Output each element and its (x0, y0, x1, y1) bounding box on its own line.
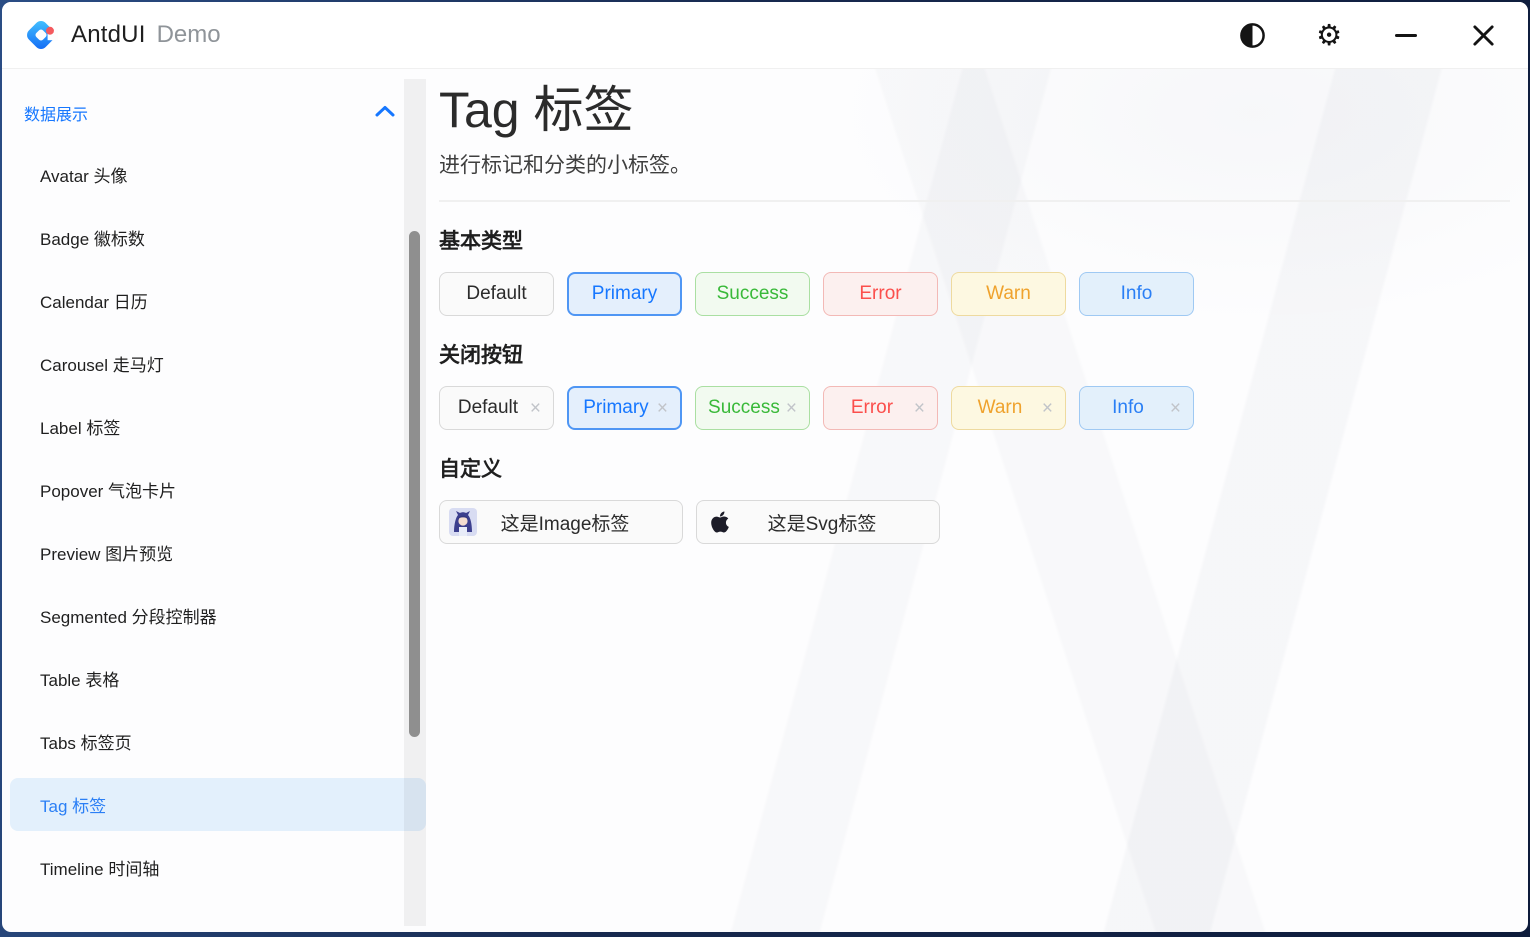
tag-close-icon[interactable]: × (914, 399, 925, 418)
tag-label: Info (1086, 397, 1170, 419)
sidebar-item-segmented[interactable]: Segmented 分段控制器 (10, 589, 426, 642)
section-custom: 自定义这是Image标签 这是Svg标签 (439, 453, 1510, 544)
tag-label: Error (859, 283, 901, 305)
desktop-background: AntdUI Demo ⚙ (0, 0, 1530, 937)
titlebar-actions: ⚙ (1237, 20, 1512, 50)
section-closable: 关闭按钮Default×Primary×Success×Error×Warn×I… (439, 339, 1510, 430)
settings-button[interactable]: ⚙ (1314, 20, 1344, 50)
tag-close-icon[interactable]: × (530, 399, 541, 418)
section-heading: 关闭按钮 (439, 339, 1510, 369)
half-filled-circle-icon (1239, 22, 1266, 49)
page-title: Tag 标签 (439, 81, 1510, 140)
tag-close-icon[interactable]: × (1042, 399, 1053, 418)
sidebar-item-timeline[interactable]: Timeline 时间轴 (10, 841, 426, 894)
page-subtitle: 进行标记和分类的小标签。 (439, 149, 1510, 179)
app-logo-icon (24, 18, 58, 52)
sections: 基本类型 Default Primary Success Error Warn Info 关闭… (439, 225, 1510, 544)
tag-label: 这是Image标签 (477, 509, 673, 536)
sidebar-item-label: Avatar 头像 (40, 162, 128, 187)
divider (439, 200, 1510, 202)
tag-warn: Warn (951, 272, 1066, 316)
avatar-image-icon (449, 508, 477, 536)
tag-label: Default (466, 283, 526, 305)
sidebar-item-avatar[interactable]: Avatar 头像 (10, 148, 426, 201)
tag-info: Info (1079, 272, 1194, 316)
custom-tag: 这是Image标签 (439, 500, 683, 544)
section-heading: 自定义 (439, 453, 1510, 483)
tag-close-icon[interactable]: × (657, 399, 668, 418)
apple-logo-icon (706, 508, 734, 536)
sidebar-item-label: Calendar 日历 (40, 288, 148, 313)
gear-icon: ⚙ (1316, 21, 1342, 50)
sidebar-item-label: Segmented 分段控制器 (40, 603, 217, 628)
sidebar-item-carousel[interactable]: Carousel 走马灯 (10, 337, 426, 390)
tag-success: Success (695, 272, 810, 316)
sidebar-menu: Avatar 头像 Badge 徽标数 Calendar 日历 Carousel 走马… (2, 148, 426, 894)
sidebar-item-label: Preview 图片预览 (40, 540, 173, 565)
sidebar-item-label: Table 表格 (40, 666, 119, 691)
close-button[interactable] (1468, 20, 1498, 50)
tag-label: Primary (592, 283, 657, 305)
tag-label: 这是Svg标签 (734, 509, 930, 536)
sidebar-item-label: Label 标签 (40, 414, 120, 439)
chevron-up-icon (374, 104, 396, 123)
tag-default: Default (439, 272, 554, 316)
tag-label: Success (717, 283, 789, 305)
theme-toggle-button[interactable] (1237, 20, 1267, 50)
section-basic: 基本类型 Default Primary Success Error Warn Info (439, 225, 1510, 316)
minimize-button[interactable] (1391, 20, 1421, 50)
close-icon (1471, 23, 1496, 48)
sidebar-item-label: Timeline 时间轴 (40, 855, 159, 880)
tag-row: Default Primary Success Error Warn Info (439, 272, 1510, 316)
sidebar-scrollbar-track[interactable] (404, 79, 426, 926)
sidebar-item-label: Badge 徽标数 (40, 225, 145, 250)
tag-default: Default× (439, 386, 554, 430)
sidebar-item-label: Tag 标签 (40, 792, 106, 817)
tag-row: Default×Primary×Success×Error×Warn×Info× (439, 386, 1510, 430)
sidebar-item-label: Tabs 标签页 (40, 729, 132, 754)
sidebar-item-preview[interactable]: Preview 图片预览 (10, 526, 426, 579)
sidebar-item-label: Carousel 走马灯 (40, 351, 164, 376)
sidebar-group-label: 数据展示 (24, 101, 88, 125)
tag-error: Error× (823, 386, 938, 430)
tag-close-icon[interactable]: × (1170, 399, 1181, 418)
main-area: 数据展示 Avatar 头像 Badge 徽标数 Calendar 日历 Carous… (2, 69, 1528, 932)
sidebar-item-popover[interactable]: Popover 气泡卡片 (10, 463, 426, 516)
tag-error: Error (823, 272, 938, 316)
titlebar: AntdUI Demo ⚙ (2, 2, 1528, 69)
section-heading: 基本类型 (439, 225, 1510, 255)
sidebar-item-label[interactable]: Label 标签 (10, 400, 426, 453)
sidebar-item-label: Popover 气泡卡片 (40, 477, 176, 502)
sidebar-item-table[interactable]: Table 表格 (10, 652, 426, 705)
tag-primary: Primary (567, 272, 682, 316)
minimize-icon (1395, 34, 1417, 37)
app-title-suffix: Demo (157, 21, 221, 49)
tag-label: Success (702, 397, 786, 419)
tag-label: Error (830, 397, 914, 419)
custom-tag: 这是Svg标签 (696, 500, 940, 544)
tag-label: Default (446, 397, 530, 419)
tag-label: Primary (575, 397, 657, 419)
app-window: AntdUI Demo ⚙ (2, 2, 1528, 932)
tag-info: Info× (1079, 386, 1194, 430)
sidebar-group-data-display[interactable]: 数据展示 (2, 95, 396, 131)
tag-close-icon[interactable]: × (786, 399, 797, 418)
sidebar-item-tag[interactable]: Tag 标签 (10, 778, 426, 831)
content: Tag 标签 进行标记和分类的小标签。 基本类型 Default Primary Su… (426, 69, 1528, 932)
tag-label: Warn (958, 397, 1042, 419)
sidebar-item-tabs[interactable]: Tabs 标签页 (10, 715, 426, 768)
tag-row: 这是Image标签 这是Svg标签 (439, 500, 1510, 544)
sidebar: 数据展示 Avatar 头像 Badge 徽标数 Calendar 日历 Carous… (2, 69, 426, 932)
tag-warn: Warn× (951, 386, 1066, 430)
tag-label: Info (1121, 283, 1153, 305)
sidebar-item-badge[interactable]: Badge 徽标数 (10, 211, 426, 264)
app-title: AntdUI (71, 21, 146, 49)
tag-label: Warn (986, 283, 1031, 305)
tag-primary: Primary× (567, 386, 682, 430)
tag-success: Success× (695, 386, 810, 430)
sidebar-scrollbar-thumb[interactable] (409, 231, 420, 737)
sidebar-item-calendar[interactable]: Calendar 日历 (10, 274, 426, 327)
